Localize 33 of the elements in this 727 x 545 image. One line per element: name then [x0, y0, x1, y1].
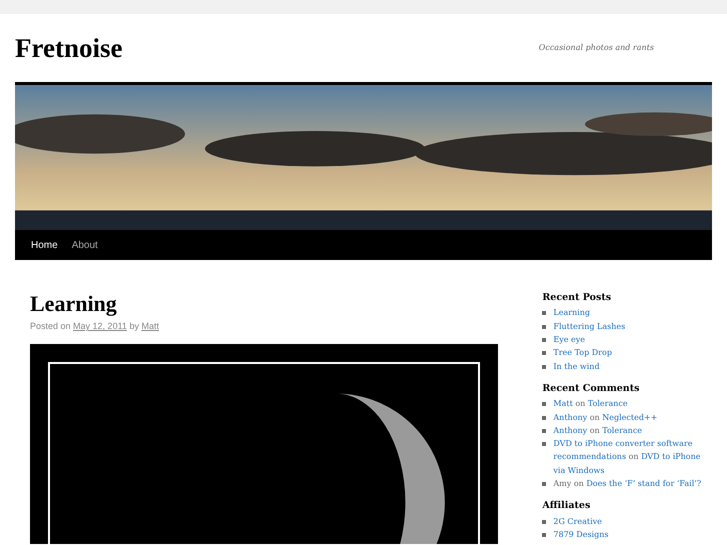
site-tagline: Occasional photos and rants — [538, 42, 654, 54]
bullet-icon — [542, 520, 546, 524]
post-link[interactable]: Learning — [553, 306, 590, 320]
post-link[interactable]: Tree Top Drop — [553, 346, 612, 360]
bullet-icon — [542, 338, 546, 342]
site-title[interactable]: Fretnoise — [15, 32, 122, 64]
post-meta: Posted on May 12, 2011 by Matt — [30, 320, 160, 334]
bullet-icon — [542, 351, 546, 356]
bullet-icon — [542, 482, 546, 486]
bullet-icon — [542, 324, 546, 329]
post-link[interactable]: 7879 Designs — [553, 528, 608, 542]
bullet-icon — [542, 311, 546, 316]
nav-link[interactable]: About — [64, 238, 105, 252]
comment-entry: Matt on Tolerance — [553, 398, 628, 410]
bullet-icon — [542, 402, 546, 406]
comment-entry: Anthony on Tolerance — [553, 424, 642, 437]
nav-link[interactable]: Home — [24, 238, 65, 252]
post-link[interactable]: Eye eye — [553, 332, 586, 346]
post-link[interactable]: 2G Creative — [553, 514, 602, 528]
widget-heading: Recent Comments — [542, 382, 640, 394]
comment-entry: Anthony on Neglected++ — [553, 412, 658, 424]
comment-entry: Amy on Does the ‘F’ stand for ‘Fail’? — [553, 478, 702, 490]
post-title[interactable]: Learning — [30, 292, 498, 316]
bullet-icon — [542, 428, 546, 433]
post-link[interactable]: Fluttering Lashes — [553, 320, 626, 333]
comment-entry: DVD to iPhone converter software recommendations on DVD to iPhone via Windows — [553, 438, 702, 477]
widget-heading: Recent Posts — [542, 292, 612, 304]
post-link[interactable]: In the wind — [553, 360, 600, 373]
bullet-icon — [542, 364, 546, 369]
bullet-icon — [542, 533, 546, 538]
bullet-icon — [542, 416, 546, 420]
bullet-icon — [542, 442, 546, 446]
widget-heading: Affiliates — [542, 500, 592, 512]
